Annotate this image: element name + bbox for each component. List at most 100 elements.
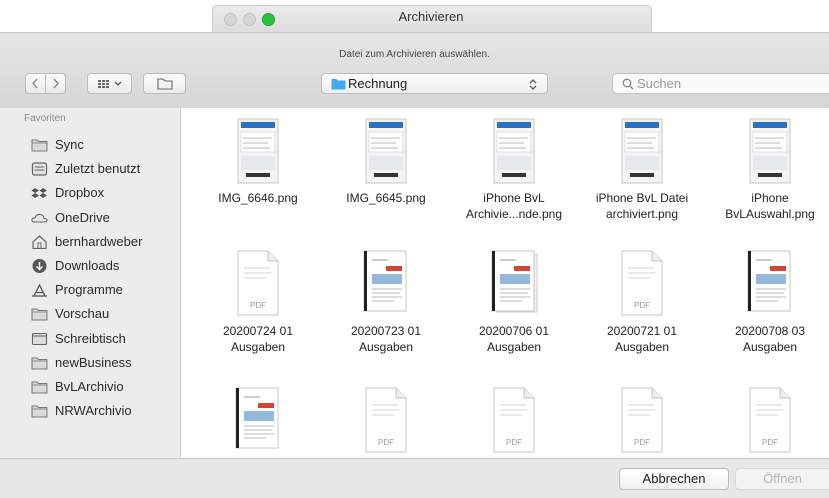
file-name-line1: IMG_6645.png <box>346 191 426 205</box>
chevron-down-icon <box>114 81 122 86</box>
chevron-right-icon <box>53 78 59 89</box>
pdf-document-icon: PDF <box>365 387 407 453</box>
location-label: Rechnung <box>348 76 408 91</box>
sidebar-item-label: NRWArchivio <box>55 403 132 419</box>
file-name: 20200706 01 Ausgaben <box>450 323 578 355</box>
file-name: IMG_6645.png <box>322 190 450 206</box>
file-item[interactable]: PDF <box>194 248 322 322</box>
file-name: 20200724 01 Ausgaben <box>194 323 322 355</box>
file-name-line1: 20200706 01 <box>478 324 550 338</box>
sidebar-item-label: Downloads <box>55 258 120 273</box>
file-name-line1: iPhone BvL Datei <box>595 191 689 205</box>
file-item[interactable] <box>450 116 578 190</box>
file-item[interactable]: PDF <box>322 385 450 458</box>
file-item[interactable] <box>706 248 829 322</box>
updown-chevron-icon <box>529 79 537 90</box>
file-name-line1: iPhone <box>751 191 789 205</box>
icon-view-icon <box>98 80 122 88</box>
search-placeholder: Suchen <box>637 76 682 91</box>
new-folder-button[interactable] <box>143 73 186 94</box>
pdf-document-icon <box>747 250 791 312</box>
cloud-icon <box>31 213 48 223</box>
sidebar-item-label: OneDrive <box>55 209 110 225</box>
file-name-line2: Ausgaben <box>742 340 798 354</box>
sidebar-item-label: Programme <box>55 282 123 298</box>
dialog-header <box>0 32 829 109</box>
sidebar-item-label: Sync <box>55 137 84 152</box>
sidebar-item-newbusiness[interactable]: newBusiness <box>31 352 179 376</box>
window-title: Archivieren <box>398 9 464 24</box>
search-icon <box>622 78 634 90</box>
svg-text:PDF: PDF <box>762 438 778 447</box>
svg-text:PDF: PDF <box>634 301 650 310</box>
back-button[interactable] <box>25 73 46 94</box>
sidebar-item-bvlarchivio[interactable]: BvLArchivio <box>31 376 179 400</box>
sidebar-item-label: bernhardweber <box>55 233 143 249</box>
forward-button[interactable] <box>45 73 66 94</box>
file-item[interactable]: PDF <box>578 248 706 322</box>
sidebar-item-downloads[interactable]: Downloads <box>31 255 179 279</box>
sidebar-item-schreibtisch[interactable]: Schreibtisch <box>31 328 179 352</box>
file-name-line2: Ausgaben <box>486 340 542 354</box>
sidebar-item-label: newBusiness <box>55 354 132 370</box>
sidebar-item-sync[interactable]: Sync <box>31 134 179 158</box>
sidebar-item-label: Zuletzt benutzt <box>55 161 141 177</box>
desktop-icon <box>31 332 48 345</box>
pdf-document-icon <box>235 387 279 449</box>
svg-text:PDF: PDF <box>634 438 650 447</box>
sidebar-item-bernhardweber[interactable]: bernhardweber <box>31 231 179 255</box>
image-thumbnail-icon <box>237 118 279 184</box>
file-item[interactable] <box>450 248 578 322</box>
image-thumbnail-icon <box>621 118 663 184</box>
file-name-line1: 20200724 01 <box>222 324 294 338</box>
svg-text:PDF: PDF <box>250 301 266 310</box>
folder-icon <box>31 381 48 394</box>
file-name: iPhone BvL Datei archiviert.png <box>578 190 706 222</box>
file-name: 20200708 03 Ausgaben <box>706 323 829 355</box>
file-item[interactable]: PDF <box>450 385 578 458</box>
file-name: iPhone BvLAuswahl.png <box>706 190 829 222</box>
file-item[interactable]: PDF <box>578 385 706 458</box>
sidebar-heading: Favoriten <box>24 113 66 124</box>
sidebar-item-programme[interactable]: Programme <box>31 279 179 303</box>
file-name-line2: archiviert.png <box>605 207 679 221</box>
file-name-line2: Ausgaben <box>358 340 414 354</box>
sidebar-item-nrwarchivio[interactable]: NRWArchivio <box>31 400 179 424</box>
file-item[interactable] <box>194 385 322 458</box>
sidebar-item-dropbox[interactable]: Dropbox <box>31 182 179 206</box>
image-thumbnail-icon <box>749 118 791 184</box>
file-name: IMG_6646.png <box>194 190 322 206</box>
sidebar-item-label: Vorschau <box>55 306 110 322</box>
file-browser: IMG_6646.png IMG_6645.png iPhone BvL Archiv… <box>181 108 829 458</box>
file-name-line1: 20200723 01 <box>350 324 422 338</box>
sidebar-item-zuletzt-benutzt[interactable]: Zuletzt benutzt <box>31 158 179 182</box>
file-name-line1: IMG_6646.png <box>218 191 298 205</box>
applications-icon <box>32 283 47 297</box>
new-folder-icon <box>157 78 173 90</box>
view-mode-button[interactable] <box>87 73 132 94</box>
file-item[interactable] <box>706 116 829 190</box>
pdf-document-icon: PDF <box>621 387 663 453</box>
file-name: iPhone BvL Archivie...nde.png <box>450 190 578 222</box>
file-item[interactable] <box>578 116 706 190</box>
file-name-line2: Ausgaben <box>230 340 286 354</box>
file-name-line2: Ausgaben <box>614 340 670 354</box>
sidebar-item-vorschau[interactable]: Vorschau <box>31 303 179 327</box>
sidebar-item-label: Schreibtisch <box>55 330 126 346</box>
cancel-button[interactable]: Abbrechen <box>619 468 729 490</box>
dropbox-icon <box>31 188 47 199</box>
file-item[interactable]: PDF <box>706 385 829 458</box>
folder-icon <box>31 139 48 152</box>
sidebar-item-onedrive[interactable]: OneDrive <box>31 207 179 231</box>
file-item[interactable] <box>194 116 322 190</box>
file-item[interactable] <box>322 248 450 322</box>
file-name: 20200721 01 Ausgaben <box>578 323 706 355</box>
svg-text:PDF: PDF <box>506 438 522 447</box>
pdf-document-icon <box>491 250 538 313</box>
chevron-left-icon <box>32 78 38 89</box>
folder-icon <box>31 405 48 418</box>
pdf-document-icon <box>363 250 407 312</box>
file-item[interactable] <box>322 116 450 190</box>
file-name-line1: iPhone BvL <box>483 191 545 205</box>
open-button[interactable]: Öffnen <box>735 468 829 490</box>
